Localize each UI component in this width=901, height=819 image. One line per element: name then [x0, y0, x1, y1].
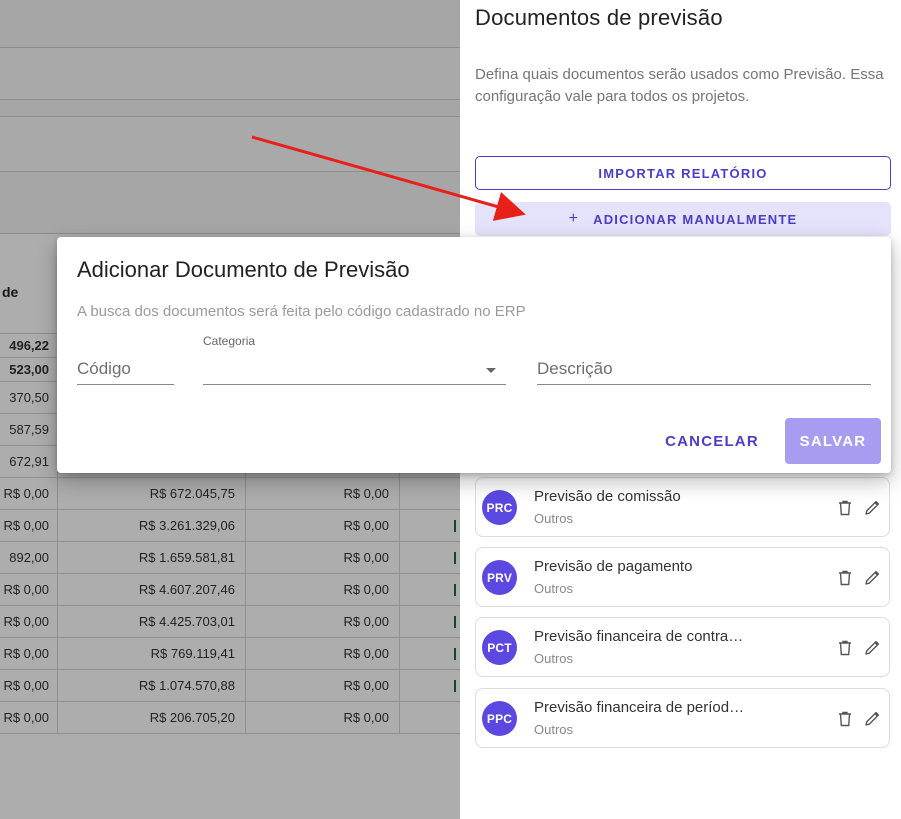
- document-category: Outros: [534, 511, 574, 526]
- add-manually-button[interactable]: + ADICIONAR MANUALMENTE: [475, 202, 891, 236]
- codigo-placeholder: Código: [77, 359, 131, 378]
- plus-icon: +: [568, 210, 580, 227]
- add-forecast-document-dialog: Adicionar Documento de Previsão A busca …: [57, 237, 891, 473]
- cancel-button[interactable]: CANCELAR: [654, 419, 770, 463]
- document-card: PCT Previsão financeira de contra… Outros: [475, 617, 890, 677]
- drawer-description: Defina quais documentos serão usados com…: [475, 66, 884, 105]
- dropdown-caret-icon: [486, 368, 496, 373]
- document-card: PRV Previsão de pagamento Outros: [475, 547, 890, 607]
- add-manually-label: ADICIONAR MANUALMENTE: [593, 211, 798, 227]
- document-avatar: PRV: [482, 560, 517, 595]
- pencil-icon[interactable]: [864, 499, 881, 516]
- document-card: PPC Previsão financeira de períod… Outros: [475, 688, 890, 748]
- descricao-input[interactable]: Descrição: [537, 351, 871, 385]
- categoria-select[interactable]: Categoria: [203, 334, 506, 385]
- codigo-input[interactable]: Código: [77, 351, 174, 385]
- document-category: Outros: [534, 651, 574, 666]
- pencil-icon[interactable]: [864, 639, 881, 656]
- import-report-label: IMPORTAR RELATÓRIO: [598, 165, 768, 181]
- descricao-placeholder: Descrição: [537, 359, 613, 378]
- pencil-icon[interactable]: [864, 710, 881, 727]
- trash-icon[interactable]: [838, 570, 852, 586]
- document-name: Previsão financeira de períod…: [534, 699, 745, 716]
- dialog-subtitle: A busca dos documentos será feita pelo c…: [77, 303, 526, 320]
- categoria-label: Categoria: [203, 334, 256, 348]
- document-name: Previsão de comissão: [534, 488, 681, 505]
- save-button[interactable]: SALVAR: [785, 418, 881, 464]
- trash-icon[interactable]: [838, 711, 852, 727]
- drawer-title: Documentos de previsão: [475, 5, 723, 30]
- trash-icon[interactable]: [838, 500, 852, 516]
- document-card: PRC Previsão de comissão Outros: [475, 477, 890, 537]
- document-avatar: PCT: [482, 630, 517, 665]
- dialog-title: Adicionar Documento de Previsão: [77, 257, 410, 282]
- import-report-button[interactable]: IMPORTAR RELATÓRIO: [475, 156, 891, 190]
- trash-icon[interactable]: [838, 640, 852, 656]
- document-name: Previsão de pagamento: [534, 558, 693, 575]
- document-category: Outros: [534, 722, 574, 737]
- document-category: Outros: [534, 581, 574, 596]
- document-avatar: PPC: [482, 701, 517, 736]
- document-name: Previsão financeira de contra…: [534, 628, 744, 645]
- document-avatar: PRC: [482, 490, 517, 525]
- pencil-icon[interactable]: [864, 569, 881, 586]
